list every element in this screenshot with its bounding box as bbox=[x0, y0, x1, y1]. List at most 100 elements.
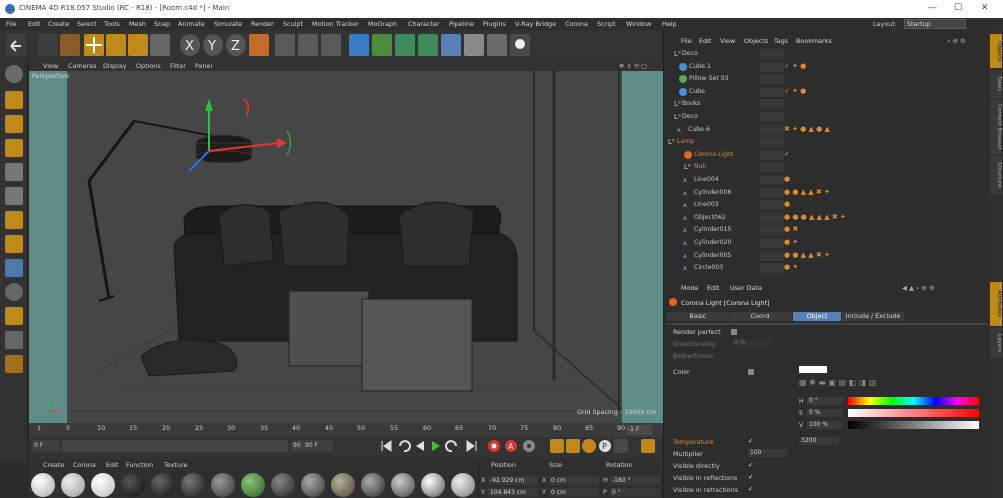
layout-select[interactable]: Startup bbox=[904, 19, 966, 29]
menu-motion-tracker[interactable]: Motion Tracker bbox=[312, 20, 359, 28]
record-active-objects-icon[interactable] bbox=[487, 439, 501, 453]
tab-coord[interactable]: Coord. bbox=[730, 312, 792, 321]
object-visibility-toggle[interactable] bbox=[760, 124, 784, 135]
menu-animate[interactable]: Animate bbox=[178, 20, 205, 28]
attrmgr-menu-mode[interactable]: Mode bbox=[681, 284, 698, 292]
temperature-checkbox[interactable]: ✓ bbox=[748, 437, 754, 445]
play-backwards-icon[interactable] bbox=[413, 439, 427, 453]
visible-refractions-checkbox[interactable]: ✓ bbox=[748, 485, 754, 493]
minimize-button[interactable]: — bbox=[928, 3, 937, 13]
frame-display-field[interactable]: -1 F bbox=[626, 425, 652, 435]
snap-icon[interactable] bbox=[5, 283, 23, 301]
tab-objects-vertical[interactable]: Objects bbox=[990, 34, 1002, 68]
visible-reflections-checkbox[interactable]: ✓ bbox=[748, 473, 754, 481]
object-tags[interactable]: ● ✦ bbox=[784, 263, 798, 273]
object-row[interactable]: ⩚ Cylinder006 ● ● ▲ ▲ ✖ ✦ bbox=[664, 187, 990, 200]
material-swatch[interactable] bbox=[91, 473, 115, 497]
object-row[interactable]: ⩚ Line004 ● bbox=[664, 174, 990, 187]
object-visibility-toggle[interactable] bbox=[760, 212, 784, 223]
object-visibility-toggle[interactable] bbox=[760, 61, 784, 72]
tweak-mode-icon[interactable] bbox=[5, 259, 23, 277]
coordinate-system-icon[interactable] bbox=[249, 34, 269, 56]
viewport-menu-view[interactable]: View bbox=[43, 62, 58, 70]
material-swatch[interactable] bbox=[61, 473, 85, 497]
material-swatch[interactable] bbox=[151, 473, 175, 497]
tab-content-browser-vertical[interactable]: Content Browser bbox=[990, 100, 1002, 154]
object-visibility-toggle[interactable] bbox=[760, 137, 784, 148]
material-swatch[interactable] bbox=[301, 473, 325, 497]
object-tags[interactable]: ● ✖ bbox=[784, 225, 798, 235]
color-checkbox[interactable] bbox=[748, 369, 754, 375]
objmgr-menu-bookmarks[interactable]: Bookmarks bbox=[796, 37, 832, 45]
object-row[interactable]: ⩚ Object062 ● ● ● ▲ ▲ ▲ ✖ ✦ bbox=[664, 212, 990, 225]
objmgr-menu-objects[interactable]: Objects bbox=[744, 37, 768, 45]
object-tags[interactable]: ✓ ✦ ● bbox=[784, 87, 806, 97]
object-visibility-toggle[interactable] bbox=[760, 238, 784, 248]
menu-plugins[interactable]: Plugins bbox=[483, 20, 506, 28]
move-icon[interactable] bbox=[84, 34, 104, 56]
close-button[interactable]: ✕ bbox=[981, 3, 989, 13]
object-visibility-toggle[interactable] bbox=[760, 49, 784, 59]
rotation-p-field[interactable]: 0 ° bbox=[610, 488, 660, 497]
material-swatch[interactable] bbox=[271, 473, 295, 497]
rotation-h-field[interactable]: -180 ° bbox=[610, 476, 660, 485]
object-visibility-toggle[interactable] bbox=[760, 99, 784, 110]
object-visibility-toggle[interactable] bbox=[760, 149, 784, 160]
redo-icon[interactable] bbox=[38, 34, 58, 56]
tab-basic[interactable]: Basic bbox=[667, 312, 729, 321]
x-axis-lock-icon[interactable]: X bbox=[180, 34, 200, 56]
texture-mode-icon[interactable] bbox=[5, 115, 23, 133]
viewport-navigation-icons[interactable]: ✥ ⇕ ⟲ ▢ bbox=[619, 62, 647, 70]
material-swatch[interactable] bbox=[181, 473, 205, 497]
object-row[interactable]: ⩚ Circle003 ● ✦ bbox=[664, 262, 990, 275]
object-tags[interactable]: ● ● ▲ ▲ ✖ ✦ bbox=[784, 251, 830, 261]
object-row[interactable]: ⩚ Cylinder020 ● ✦ bbox=[664, 237, 990, 250]
scale-icon[interactable] bbox=[106, 34, 126, 56]
objmgr-search-icon[interactable]: ⌕ ⊕ ⚙ bbox=[947, 37, 966, 46]
material-swatch[interactable] bbox=[31, 473, 55, 497]
object-visibility-toggle[interactable] bbox=[760, 112, 784, 122]
object-tags[interactable]: ● bbox=[784, 175, 790, 185]
menu-script[interactable]: Script bbox=[597, 20, 616, 28]
material-swatch[interactable] bbox=[361, 473, 385, 497]
planar-workplane-icon[interactable] bbox=[5, 331, 23, 349]
viewport-menu-cameras[interactable]: Cameras bbox=[68, 62, 96, 70]
material-swatch[interactable] bbox=[391, 473, 415, 497]
cube-primitive-icon[interactable] bbox=[349, 34, 369, 56]
object-row[interactable]: Deco L⁰ bbox=[664, 48, 990, 61]
object-tags[interactable]: ● bbox=[784, 200, 790, 210]
menu-file[interactable]: File bbox=[6, 20, 17, 28]
object-row[interactable]: Pillow Set 03 bbox=[664, 73, 990, 86]
menu-corona[interactable]: Corona bbox=[565, 20, 588, 28]
next-key-icon[interactable] bbox=[445, 439, 459, 453]
goto-start-icon[interactable] bbox=[379, 439, 393, 453]
menu-create[interactable]: Create bbox=[48, 20, 69, 28]
menu-character[interactable]: Character bbox=[408, 20, 440, 28]
multiplier-field[interactable]: 100 bbox=[748, 449, 788, 457]
live-selection-icon[interactable] bbox=[60, 34, 80, 56]
menu-select[interactable]: Select bbox=[77, 20, 97, 28]
object-row[interactable]: L⁰ Lamp bbox=[664, 136, 990, 149]
object-row[interactable]: L⁰ Books bbox=[664, 98, 990, 111]
tab-attributes-vertical[interactable]: Attributes bbox=[990, 282, 1002, 326]
tab-structure-vertical[interactable]: Structure bbox=[990, 156, 1002, 194]
goto-end-icon[interactable] bbox=[465, 439, 479, 453]
object-visibility-toggle[interactable] bbox=[760, 175, 784, 185]
color-swatch[interactable] bbox=[799, 366, 827, 373]
timeline-window-icon[interactable] bbox=[641, 439, 655, 453]
objmgr-menu-tags[interactable]: Tags bbox=[774, 37, 788, 45]
object-visibility-toggle[interactable] bbox=[760, 74, 784, 85]
material-swatch[interactable] bbox=[241, 473, 265, 497]
object-tags[interactable]: ✓ ✦ ● bbox=[784, 62, 806, 72]
autokeying-icon[interactable]: A bbox=[504, 439, 518, 453]
temperature-field[interactable]: 3200 bbox=[799, 437, 839, 445]
key-parameter-icon[interactable]: P bbox=[598, 439, 612, 453]
points-mode-icon[interactable] bbox=[5, 163, 23, 181]
visible-directly-checkbox[interactable]: ✓ bbox=[748, 461, 754, 469]
key-position-icon[interactable] bbox=[550, 439, 564, 453]
light-icon[interactable] bbox=[510, 34, 530, 56]
object-tags[interactable]: ● ✦ bbox=[784, 238, 798, 248]
key-rotation-icon[interactable] bbox=[582, 439, 596, 453]
render-view-icon[interactable] bbox=[275, 34, 295, 56]
object-tags[interactable]: ● ● ● ▲ ▲ ▲ ✖ ✦ bbox=[784, 213, 846, 223]
